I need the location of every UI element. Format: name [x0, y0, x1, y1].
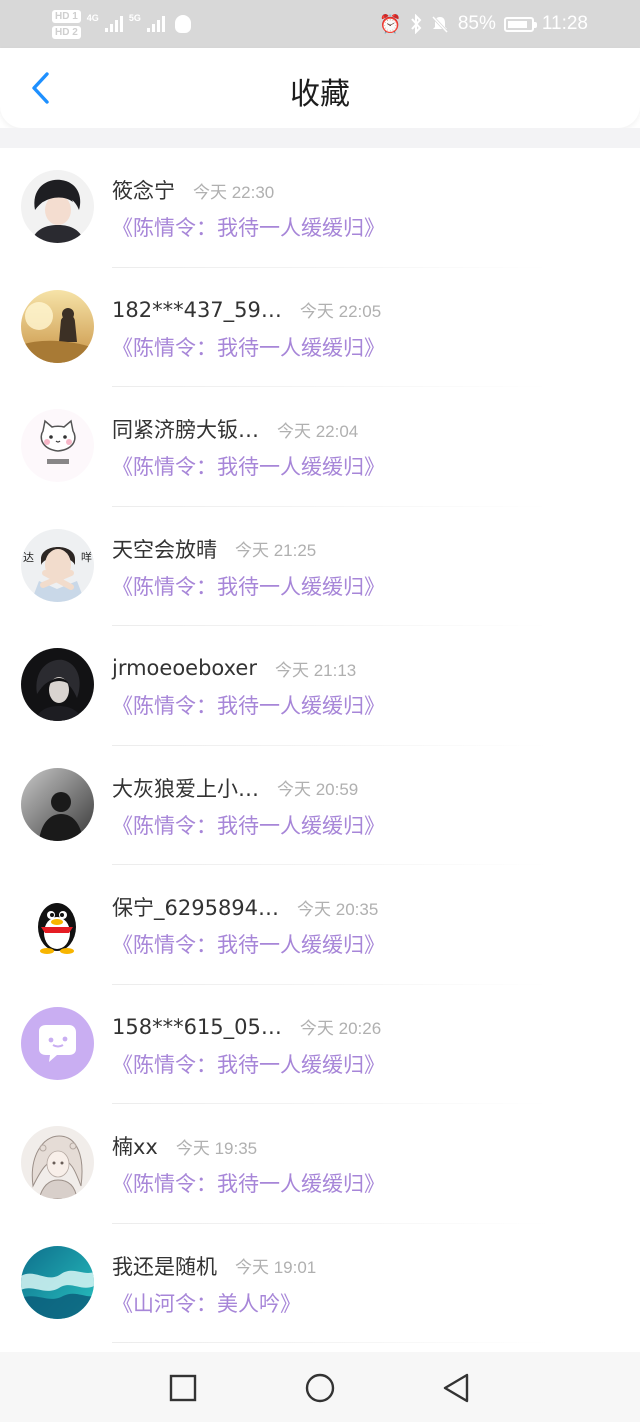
timestamp: 今天 20:35: [297, 899, 379, 919]
name-line: 同紧济膀大钣… 今天 22:04: [112, 414, 358, 444]
name-line: jrmoeoeboxer 今天 21:13: [112, 653, 356, 683]
user-name: 我还是随机: [112, 1254, 217, 1279]
dark-haired-boy-avatar[interactable]: [21, 170, 94, 243]
status-left: HD 1 HD 2 4G 5G: [52, 6, 191, 42]
user-name: 筱念宁: [112, 179, 175, 203]
recent-apps-button[interactable]: [165, 1370, 201, 1406]
app-header: 收藏: [0, 48, 640, 128]
work-title-link[interactable]: 《陈情令：我待一人缓缓归》: [112, 1168, 385, 1198]
favorite-row[interactable]: 筱念宁 今天 22:30 《陈情令：我待一人缓缓归》: [0, 148, 640, 268]
nav-back-button[interactable]: [438, 1370, 474, 1406]
name-line: 182***437_59… 今天 22:05: [112, 295, 381, 325]
bluetooth-icon: [411, 14, 422, 34]
favorite-row[interactable]: 同紧济膀大钣… 今天 22:04 《陈情令：我待一人缓缓归》: [0, 387, 640, 507]
work-title-link[interactable]: 《陈情令：我待一人缓缓归》: [112, 332, 385, 362]
name-line: 楠xx 今天 19:35: [112, 1131, 257, 1161]
work-title-link[interactable]: 《陈情令：我待一人缓缓归》: [112, 1049, 385, 1079]
name-line: 天空会放晴 今天 21:25: [112, 534, 316, 564]
status-bar: HD 1 HD 2 4G 5G ⏰ 85% 11:28: [0, 0, 640, 48]
timestamp: 今天 22:04: [277, 421, 359, 441]
name-line: 保宁_6295894… 今天 20:35: [112, 892, 378, 922]
network-type-2: 5G: [128, 13, 141, 23]
favorite-row[interactable]: jrmoeoeboxer 今天 21:13 《陈情令：我待一人缓缓归》: [0, 626, 640, 746]
hd1-badge: HD 1: [52, 9, 81, 23]
dark-anime-avatar[interactable]: [21, 648, 94, 721]
recent-apps-icon: [169, 1374, 197, 1402]
alarm-icon: ⏰: [379, 13, 402, 34]
svg-text:咩: 咩: [81, 550, 92, 564]
silhouette-avatar[interactable]: [21, 767, 94, 841]
name-line: 158***615_05… 今天 20:26: [112, 1012, 381, 1042]
user-name: 楠xx: [112, 1135, 158, 1159]
work-title-link[interactable]: 《陈情令：我待一人缓缓归》: [112, 571, 385, 601]
qq-penguin-avatar[interactable]: [21, 887, 94, 960]
user-name: 同紧济膀大钣…: [112, 418, 259, 442]
work-title-link[interactable]: 《陈情令：我待一人缓缓归》: [112, 212, 385, 242]
purple-chat-bubble-avatar[interactable]: [21, 1006, 94, 1080]
battery-icon: [503, 16, 537, 32]
favorite-row[interactable]: 楠xx 今天 19:35 《陈情令：我待一人缓缓归》: [0, 1104, 640, 1224]
name-line: 筱念宁 今天 22:30: [112, 175, 274, 205]
sunset-field-avatar[interactable]: [21, 289, 94, 363]
divider: [112, 1342, 550, 1343]
mute-icon: [431, 15, 448, 34]
back-icon: [443, 1373, 469, 1403]
ocean-wave-avatar[interactable]: [21, 1245, 94, 1319]
status-right: ⏰ 85% 11:28: [379, 0, 588, 48]
timestamp: 今天 20:59: [277, 780, 359, 799]
header-separator: [0, 128, 640, 148]
favorite-row[interactable]: 保宁_6295894… 今天 20:35 《陈情令：我待一人缓缓归》: [0, 865, 640, 985]
favorite-row[interactable]: 182***437_59… 今天 22:05 《陈情令：我待一人缓缓归》: [0, 268, 640, 387]
timestamp: 今天 22:05: [299, 302, 382, 321]
home-icon: [305, 1373, 335, 1403]
favorite-row[interactable]: 158***615_05… 今天 20:26 《陈情令：我待一人缓缓归》: [0, 985, 640, 1104]
work-title-link[interactable]: 《陈情令：我待一人缓缓归》: [112, 929, 385, 959]
name-line: 我还是随机 今天 19:01: [112, 1251, 316, 1281]
timestamp: 今天 19:35: [175, 1138, 258, 1158]
favorites-list: 筱念宁 今天 22:30 《陈情令：我待一人缓缓归》 182***437_59… 今天 …: [0, 148, 640, 1343]
timestamp: 今天 20:26: [299, 1019, 382, 1038]
timestamp: 今天 19:01: [235, 1258, 317, 1277]
system-nav-bar: [0, 1352, 640, 1422]
user-name: 大灰狼爱上小…: [112, 776, 259, 801]
user-name: jrmoeoeboxer: [112, 656, 257, 680]
signal-icon: [104, 16, 123, 32]
user-name: 保宁_6295894…: [112, 896, 280, 920]
favorite-row[interactable]: 大灰狼爱上小… 今天 20:59 《陈情令：我待一人缓缓归》: [0, 746, 640, 865]
battery-percent: 85%: [457, 13, 496, 34]
home-button[interactable]: [302, 1370, 338, 1406]
timestamp: 今天 21:25: [235, 541, 317, 560]
young-man-photo-avatar[interactable]: 达咩: [21, 528, 94, 602]
name-line: 大灰狼爱上小… 今天 20:59: [112, 773, 358, 803]
user-name: 182***437_59…: [112, 297, 282, 322]
favorite-row[interactable]: 我还是随机 今天 19:01 《山河令：美人吟》: [0, 1224, 640, 1343]
svg-text:达: 达: [23, 551, 34, 564]
work-title-link[interactable]: 《陈情令：我待一人缓缓归》: [112, 690, 385, 720]
favorite-row[interactable]: 达咩天空会放晴 今天 21:25 《陈情令：我待一人缓缓归》: [0, 507, 640, 626]
work-title-link[interactable]: 《陈情令：我待一人缓缓归》: [112, 810, 385, 840]
user-name: 天空会放晴: [112, 537, 217, 562]
work-title-link[interactable]: 《山河令：美人吟》: [112, 1288, 301, 1318]
page-title: 收藏: [290, 77, 350, 112]
user-name: 158***615_05…: [112, 1014, 282, 1039]
anime-girl-sketch-avatar[interactable]: [21, 1126, 94, 1199]
signal-icon-2: [146, 16, 165, 32]
timestamp: 今天 22:30: [193, 182, 275, 202]
timestamp: 今天 21:13: [274, 660, 357, 680]
hd2-badge: HD 2: [52, 25, 81, 39]
clock: 11:28: [541, 13, 588, 34]
network-type-1: 4G: [86, 13, 99, 23]
work-title-link[interactable]: 《陈情令：我待一人缓缓归》: [112, 451, 385, 481]
cartoon-cat-avatar[interactable]: [21, 409, 94, 482]
qq-icon: [174, 15, 191, 33]
